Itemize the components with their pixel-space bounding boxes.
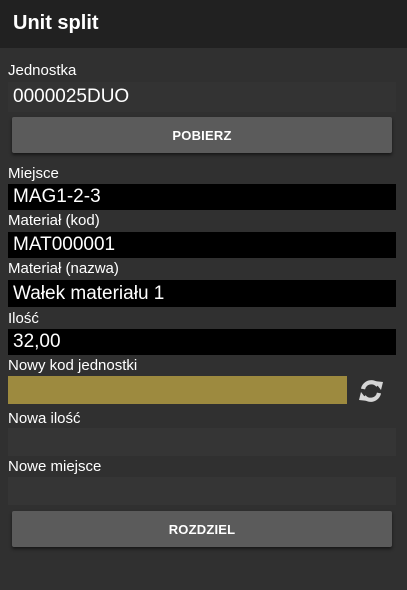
split-button[interactable]: ROZDZIEL (12, 511, 392, 547)
refresh-icon[interactable] (356, 376, 386, 406)
material-name-label: Materiał (nazwa) (8, 260, 119, 277)
new-location-label: Nowe miejsce (8, 458, 102, 475)
location-field: MAG1-2-3 (8, 184, 396, 210)
unit-label: Jednostka (8, 62, 77, 79)
quantity-field: 32,00 (8, 329, 396, 355)
fetch-button[interactable]: POBIERZ (12, 117, 392, 153)
new-unit-code-label: Nowy kod jednostki (8, 357, 138, 374)
material-code-field: MAT000001 (8, 232, 396, 258)
new-quantity-label: Nowa ilość (8, 410, 81, 427)
location-label: Miejsce (8, 165, 59, 182)
material-name-field: Wałek materiału 1 (8, 280, 396, 307)
new-location-input[interactable] (8, 477, 396, 505)
unit-input[interactable]: 0000025DUO (8, 82, 396, 112)
app-bar: Unit split (0, 0, 407, 48)
new-unit-code-input[interactable] (8, 376, 347, 404)
quantity-label: Ilość (8, 310, 39, 327)
page-title: Unit split (13, 12, 99, 34)
new-quantity-input[interactable] (8, 428, 396, 456)
material-code-label: Materiał (kod) (8, 212, 100, 229)
